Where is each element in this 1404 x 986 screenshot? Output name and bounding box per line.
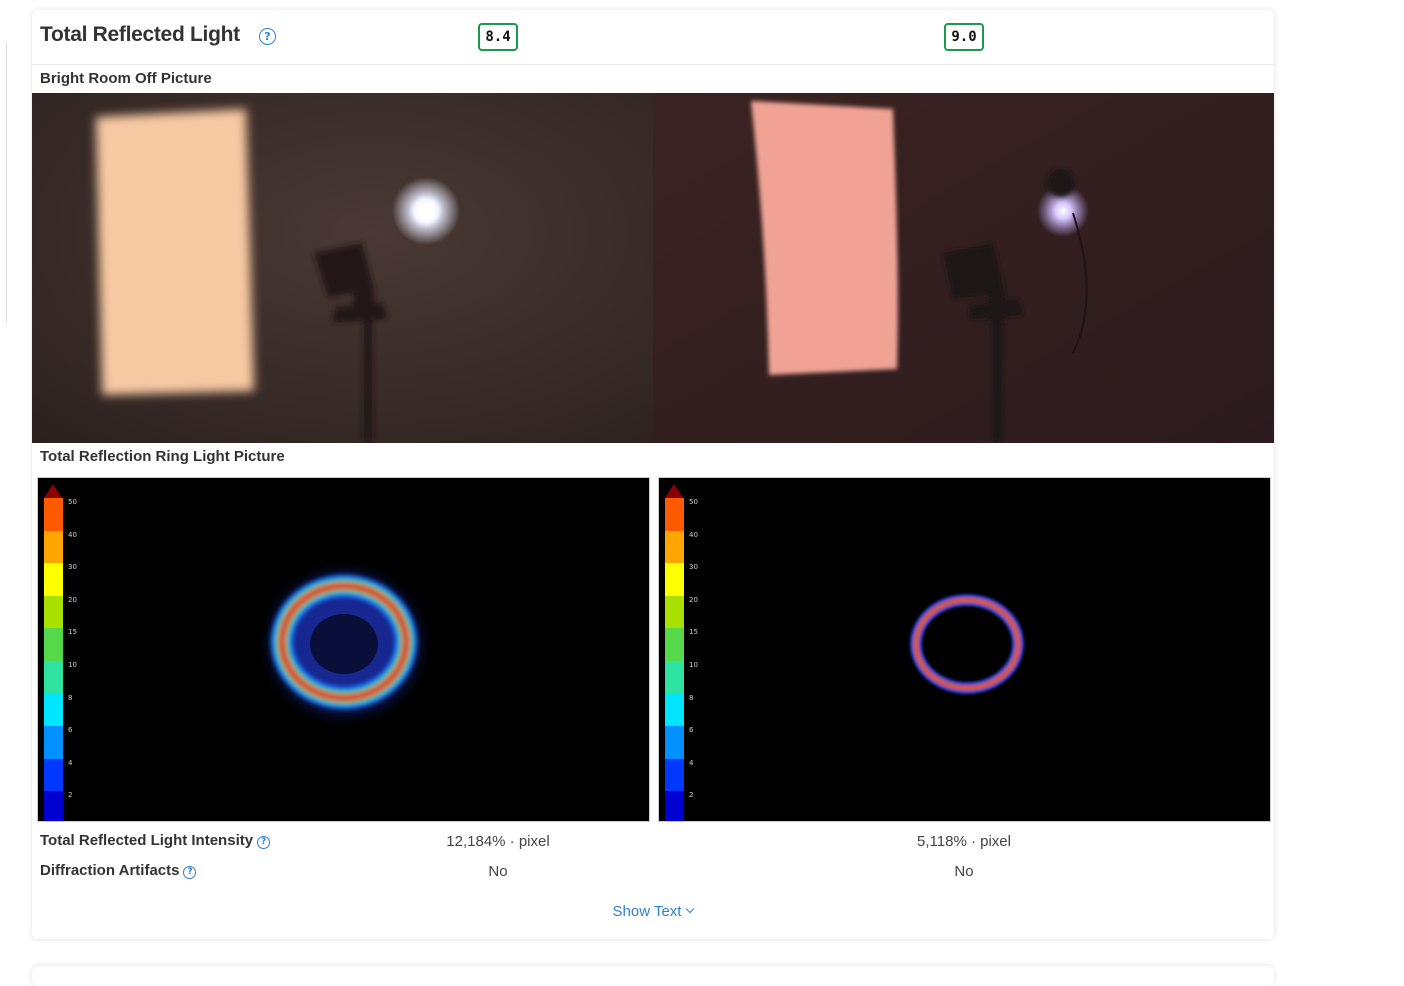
bright-room-photo-left	[32, 93, 653, 443]
show-text-label[interactable]: Show Text	[613, 903, 682, 920]
score-badge-right: 9.0	[944, 23, 984, 51]
next-section-card	[32, 966, 1274, 986]
bright-room-label: Bright Room Off Picture	[40, 70, 212, 87]
ring-light-label: Total Reflection Ring Light Picture	[40, 448, 285, 465]
metric-value-intensity-left: 12,184% · pixel	[446, 833, 550, 850]
score-badge-left: 8.4	[478, 23, 518, 51]
metric-value-intensity-right: 5,118% · pixel	[917, 833, 1011, 850]
metric-label-intensity: Total Reflected Light Intensity?	[40, 832, 271, 849]
question-circle-icon[interactable]: ?	[257, 836, 271, 849]
total-reflected-light-card: Total Reflected Light ? 8.4 9.0 Bright R…	[32, 10, 1274, 939]
page-left-divider	[6, 42, 7, 322]
metric-value-diffraction-left: No	[488, 863, 508, 880]
show-text-toggle[interactable]: Show Text	[32, 903, 1274, 920]
section-title: Total Reflected Light	[40, 23, 240, 46]
ring-light-heatmap-left: 50 40 30 20 15 10 8 6 4 2	[37, 477, 650, 822]
section-header: Total Reflected Light ? 8.4 9.0	[32, 10, 1274, 65]
question-circle-icon[interactable]: ?	[183, 866, 197, 879]
metric-value-diffraction-right: No	[954, 863, 974, 880]
metric-label-diffraction: Diffraction Artifacts?	[40, 862, 197, 879]
ring-light-heatmap-right: 50 40 30 20 15 10 8 6 4 2	[658, 477, 1271, 822]
question-circle-icon[interactable]: ?	[259, 28, 276, 45]
chevron-down-icon[interactable]	[686, 904, 695, 914]
bright-room-photo-right	[653, 93, 1274, 443]
